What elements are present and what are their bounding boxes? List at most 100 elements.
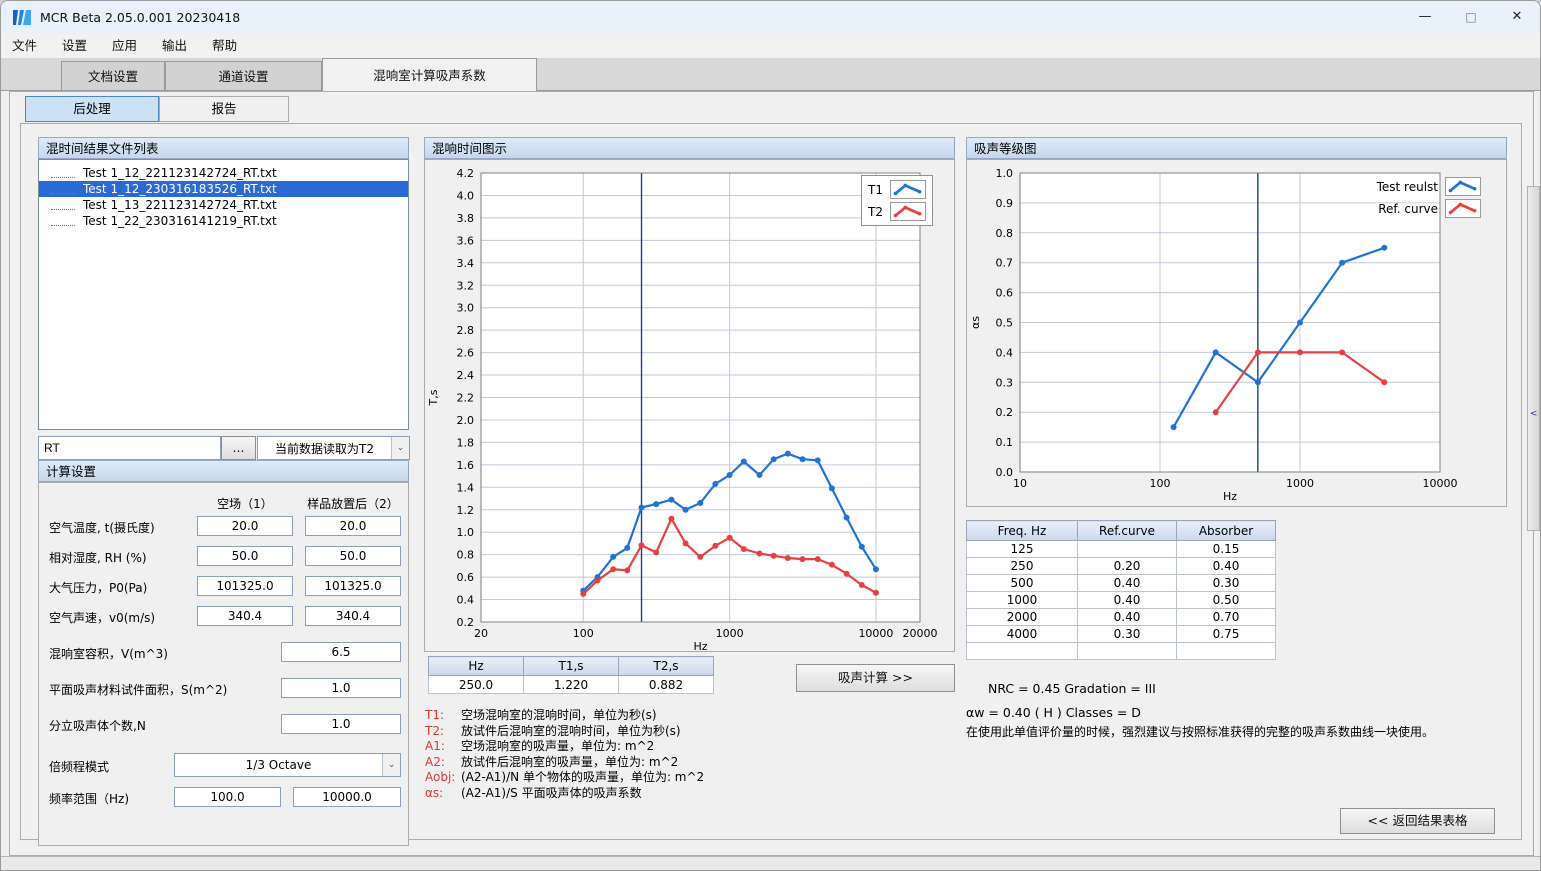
grade-table: Freq. Hz Ref.curve Absorber 1250.15 2500… [966, 520, 1276, 660]
legend-row: Ref. curve [1377, 199, 1481, 218]
svg-text:100: 100 [573, 627, 594, 640]
rt-chart[interactable]: 0.20.40.60.81.01.21.41.61.82.02.22.42.62… [425, 160, 954, 651]
pressure-field-2[interactable]: 101325.0 [305, 576, 401, 596]
sample-area-field[interactable]: 1.0 [281, 678, 401, 698]
absorber-count-field[interactable]: 1.0 [281, 714, 401, 734]
svg-text:2.2: 2.2 [457, 392, 475, 405]
table-row: 10000.400.50 [967, 592, 1276, 609]
definition-line: Aobj:(A2-A1)/N 单个物体的吸声量，单位为: m^2 [425, 770, 704, 786]
svg-text:1.4: 1.4 [457, 481, 475, 494]
definition-line: A1:空场混响室的吸声量，单位为: m^2 [425, 739, 704, 755]
svg-text:2.0: 2.0 [457, 414, 475, 427]
col-header-freq: Freq. Hz [967, 521, 1078, 541]
window-controls: — □ ✕ [1402, 1, 1540, 33]
nrc-result-text: NRC = 0.45 Gradation = III [988, 681, 1156, 696]
subtab-postprocess[interactable]: 后处理 [25, 96, 159, 122]
air-temp-field-1[interactable]: 20.0 [197, 516, 293, 536]
table-row: 1250.15 [967, 541, 1276, 558]
menu-application[interactable]: 应用 [105, 34, 144, 58]
chevron-down-icon[interactable]: ⌄ [382, 754, 400, 776]
postprocess-groupbox: 混时间结果文件列表 Test 1_12_221123142724_RT.txt … [20, 123, 1522, 840]
sound-speed-field-1[interactable]: 340.4 [197, 606, 293, 626]
title-bar: MCR Beta 2.05.0.001 20230418 — □ ✕ [1, 1, 1540, 33]
grade-chart-container: 0.00.10.20.30.40.50.60.70.80.91.01010010… [966, 159, 1507, 507]
cell-t1: 1.220 [524, 676, 619, 694]
calc-settings-body: 空场（1） 样品放置后（2） 空气温度, t(摄氏度) 20.0 20.0 相对… [38, 482, 409, 846]
legend-row: T2 [868, 202, 926, 221]
test-result-series-icon [1445, 177, 1481, 196]
svg-text:0.5: 0.5 [996, 317, 1014, 330]
minimize-button[interactable]: — [1402, 1, 1448, 33]
data-read-mode-select[interactable]: 当前数据读取为T2 ⌄ [257, 436, 410, 460]
svg-text:1000: 1000 [1286, 477, 1314, 490]
svg-text:Hz: Hz [1223, 490, 1237, 503]
svg-text:20: 20 [474, 627, 488, 640]
room-volume-field[interactable]: 6.5 [281, 642, 401, 662]
svg-text:T,s: T,s [427, 389, 440, 406]
maximize-button[interactable]: □ [1448, 1, 1494, 33]
side-panel-splitter[interactable]: < [1527, 186, 1540, 531]
row-label-pressure: 大气压力，P0(Pa) [49, 579, 147, 596]
definitions-block: T1:空场混响室的混响时间，单位为秒(s) T2:放试件后混响室的混响时间，单位… [425, 708, 704, 801]
calc-settings-panel-title: 计算设置 [38, 460, 409, 482]
svg-text:20000: 20000 [903, 627, 938, 640]
list-item[interactable]: Test 1_12_221123142724_RT.txt [39, 165, 408, 181]
tab-document-settings[interactable]: 文档设置 [61, 61, 165, 90]
row-label-absorber-count: 分立吸声体个数,N [49, 717, 146, 734]
menu-settings[interactable]: 设置 [55, 34, 94, 58]
humidity-field-1[interactable]: 50.0 [197, 546, 293, 566]
rt-chart-container: 0.20.40.60.81.01.21.41.61.82.02.22.42.62… [424, 159, 955, 652]
collapse-left-icon[interactable]: < [1528, 409, 1539, 419]
window-title: MCR Beta 2.05.0.001 20230418 [40, 10, 240, 25]
pressure-field-1[interactable]: 101325.0 [197, 576, 293, 596]
ref-curve-series-icon [1445, 199, 1481, 218]
svg-text:1.2: 1.2 [457, 504, 475, 517]
menu-help[interactable]: 帮助 [205, 34, 244, 58]
svg-text:0.9: 0.9 [996, 197, 1014, 210]
svg-text:10000: 10000 [858, 627, 893, 640]
humidity-field-2[interactable]: 50.0 [305, 546, 401, 566]
rt-chart-legend: T1 T2 [861, 175, 933, 226]
col-header-hz: Hz [429, 657, 524, 676]
file-list-panel-title: 混时间结果文件列表 [38, 137, 409, 159]
table-row-empty [967, 643, 1276, 660]
sound-speed-field-2[interactable]: 340.4 [305, 606, 401, 626]
browse-button[interactable]: ... [221, 436, 256, 460]
menu-output[interactable]: 输出 [155, 34, 194, 58]
rt-file-list[interactable]: Test 1_12_221123142724_RT.txt Test 1_12_… [38, 159, 409, 430]
rt-chart-panel-title: 混响时间图示 [424, 137, 955, 159]
col-header-absorber: Absorber [1177, 521, 1276, 541]
legend-row: T1 [868, 180, 926, 199]
tab-reverb-absorption[interactable]: 混响室计算吸声系数 [322, 58, 537, 91]
definition-line: A2:放试件后混响室的吸声量，单位为: m^2 [425, 755, 704, 771]
cell-t2: 0.882 [619, 676, 714, 694]
freq-max-field[interactable]: 10000.0 [293, 787, 401, 807]
svg-text:0.2: 0.2 [996, 406, 1014, 419]
subtab-report[interactable]: 报告 [159, 96, 289, 122]
list-item[interactable]: Test 1_22_230316141219_RT.txt [39, 213, 408, 229]
svg-text:3.4: 3.4 [457, 257, 475, 270]
back-to-results-button[interactable]: << 返回结果表格 [1340, 808, 1495, 834]
row-label-room-volume: 混响室容积，V(m^3) [49, 645, 168, 662]
svg-text:2.8: 2.8 [457, 324, 475, 337]
list-item-selected[interactable]: Test 1_12_230316183526_RT.txt [39, 181, 408, 197]
octave-mode-select[interactable]: 1/3 Octave ⌄ [174, 753, 401, 777]
main-content: 后处理 报告 混时间结果文件列表 Test 1_12_221123142724_… [9, 91, 1534, 856]
svg-text:3.2: 3.2 [457, 279, 475, 292]
close-button[interactable]: ✕ [1494, 1, 1540, 33]
svg-text:0.6: 0.6 [457, 571, 475, 584]
air-temp-field-2[interactable]: 20.0 [305, 516, 401, 536]
svg-text:2.4: 2.4 [457, 369, 475, 382]
rt-name-input[interactable] [38, 436, 221, 460]
freq-min-field[interactable]: 100.0 [174, 787, 281, 807]
menu-file[interactable]: 文件 [5, 34, 44, 58]
cell-freq: 250.0 [429, 676, 524, 694]
absorption-calc-button[interactable]: 吸声计算 >> [796, 664, 955, 692]
tab-channel-settings[interactable]: 通道设置 [165, 61, 322, 90]
svg-text:0.6: 0.6 [996, 287, 1014, 300]
list-item[interactable]: Test 1_13_221123142724_RT.txt [39, 197, 408, 213]
col-header-empty-room: 空场（1） [197, 495, 293, 512]
definition-line: T2:放试件后混响室的混响时间，单位为秒(s) [425, 724, 704, 740]
chevron-down-icon[interactable]: ⌄ [391, 437, 409, 459]
t1-series-icon [890, 180, 926, 199]
